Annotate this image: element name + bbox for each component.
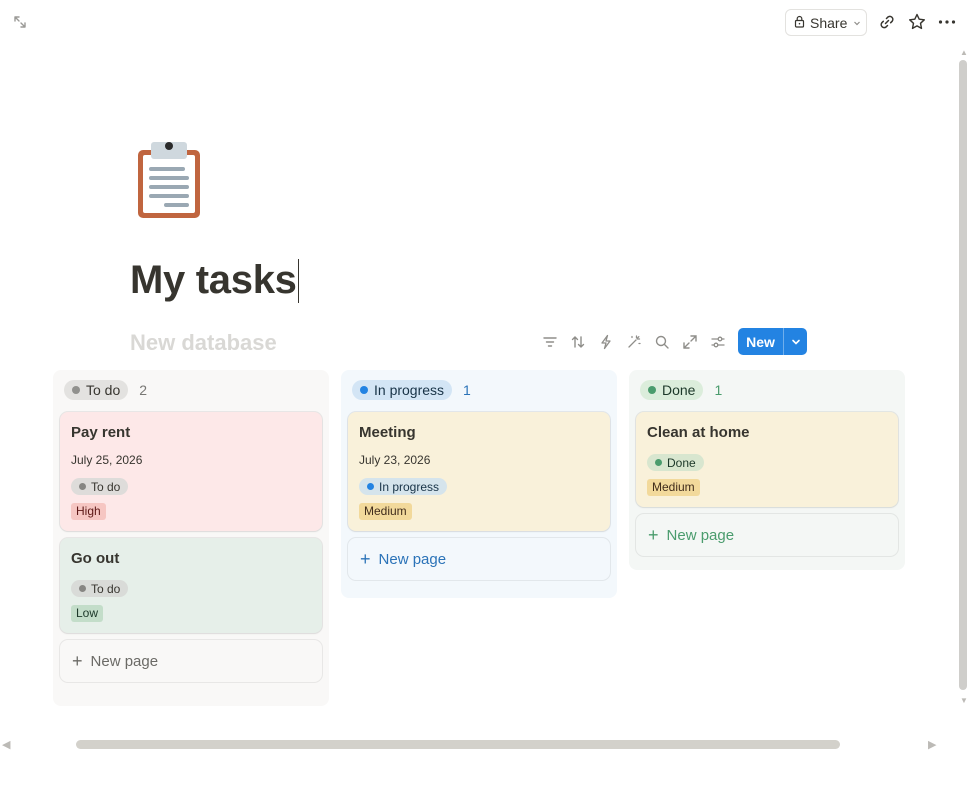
priority-tag: High: [71, 502, 106, 520]
status-dot: [79, 585, 86, 592]
plus-icon: +: [72, 651, 83, 671]
plus-icon: +: [360, 549, 371, 569]
new-page-label: New page: [666, 526, 735, 544]
card-date: July 23, 2026: [359, 453, 431, 467]
status-dot: [360, 386, 368, 394]
column-header[interactable]: Done 1: [636, 378, 898, 402]
search-icon[interactable]: [652, 332, 672, 352]
star-icon[interactable]: [907, 12, 927, 32]
plus-icon: +: [648, 525, 659, 545]
share-button[interactable]: Share: [785, 9, 867, 36]
status-tag-label: In progress: [379, 479, 440, 494]
card-title: Go out: [71, 550, 120, 567]
board-column-done: Done 1 Clean at home Done Medium + New p…: [629, 370, 905, 570]
status-tag: To do: [71, 478, 129, 495]
top-bar: Share: [0, 0, 971, 44]
lock-icon: [794, 15, 805, 31]
column-count: 2: [139, 382, 148, 398]
card-title: Meeting: [359, 424, 416, 441]
status-dot: [655, 459, 662, 466]
task-card[interactable]: Pay rent July 25, 2026 To do High: [60, 412, 322, 531]
scroll-down-arrow-icon[interactable]: ▼: [960, 696, 968, 705]
card-title: Clean at home: [647, 424, 750, 441]
filter-icon[interactable]: [540, 332, 560, 352]
page-title-text: My tasks: [130, 258, 297, 302]
priority-tag: Low: [71, 604, 104, 622]
scroll-right-arrow-icon[interactable]: ▶: [928, 738, 936, 751]
status-badge: Done: [640, 380, 704, 400]
column-count: 1: [463, 382, 471, 398]
card-date: July 25, 2026: [71, 453, 143, 467]
board-column-todo: To do 2 Pay rent July 25, 2026 To do Hig…: [53, 370, 329, 706]
scroll-up-arrow-icon[interactable]: ▲: [960, 48, 968, 57]
new-page-label: New page: [378, 550, 447, 568]
link-icon[interactable]: [877, 12, 897, 32]
database-title[interactable]: New database: [130, 330, 277, 356]
vertical-scrollbar[interactable]: [959, 60, 967, 690]
task-card[interactable]: Meeting July 23, 2026 In progress Medium: [348, 412, 610, 531]
clipboard-icon[interactable]: [134, 138, 206, 222]
status-tag-label: To do: [91, 479, 121, 494]
column-label: To do: [86, 382, 121, 398]
scroll-left-arrow-icon[interactable]: ◀: [2, 738, 10, 751]
more-icon[interactable]: [937, 12, 957, 32]
status-tag: In progress: [359, 478, 448, 495]
status-badge: In progress: [352, 380, 453, 400]
sort-icon[interactable]: [568, 332, 588, 352]
magic-icon[interactable]: [624, 332, 644, 352]
status-tag: Done: [647, 454, 704, 471]
new-page-button[interactable]: + New page: [60, 640, 322, 682]
priority-tag: Medium: [359, 502, 412, 520]
status-badge: To do: [64, 380, 129, 400]
status-tag: To do: [71, 580, 129, 597]
column-header[interactable]: To do 2: [60, 378, 322, 402]
status-dot: [648, 386, 656, 394]
task-card[interactable]: Go out To do Low: [60, 538, 322, 633]
new-button[interactable]: New: [738, 328, 807, 355]
automation-icon[interactable]: [596, 332, 616, 352]
board-column-in-progress: In progress 1 Meeting July 23, 2026 In p…: [341, 370, 617, 598]
settings-icon[interactable]: [708, 332, 728, 352]
status-tag-label: To do: [91, 581, 121, 596]
new-button-label[interactable]: New: [738, 328, 783, 355]
priority-tag: Medium: [647, 478, 700, 496]
column-label: Done: [662, 382, 696, 398]
column-header[interactable]: In progress 1: [348, 378, 610, 402]
chevron-down-icon[interactable]: [783, 328, 807, 355]
page-title[interactable]: My tasks: [130, 258, 300, 303]
database-toolbar: [540, 332, 736, 352]
text-caret: [297, 258, 300, 303]
new-page-label: New page: [90, 652, 159, 670]
status-dot: [72, 386, 80, 394]
expand-icon[interactable]: [12, 14, 28, 30]
share-label: Share: [810, 14, 848, 31]
column-label: In progress: [374, 382, 445, 398]
fullscreen-icon[interactable]: [680, 332, 700, 352]
task-card[interactable]: Clean at home Done Medium: [636, 412, 898, 507]
horizontal-scrollbar[interactable]: [76, 740, 840, 749]
status-dot: [79, 483, 86, 490]
status-tag-label: Done: [667, 455, 696, 470]
chevron-down-icon: [852, 15, 862, 31]
status-dot: [367, 483, 374, 490]
new-page-button[interactable]: + New page: [348, 538, 610, 580]
column-count: 1: [714, 382, 723, 398]
card-title: Pay rent: [71, 424, 131, 441]
new-page-button[interactable]: + New page: [636, 514, 898, 556]
